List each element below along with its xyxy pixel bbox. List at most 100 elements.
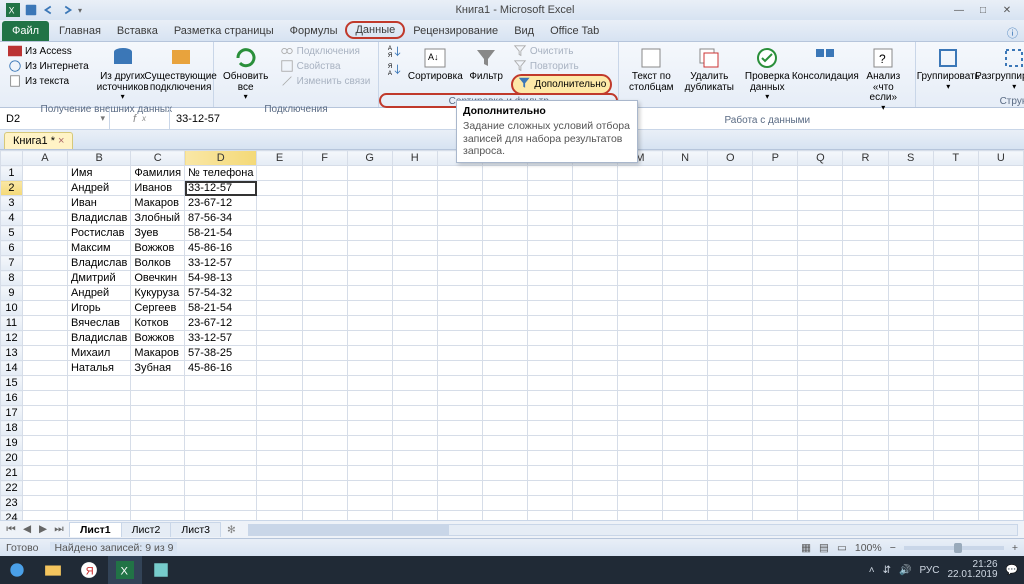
existing-conn-button[interactable]: Существующие подключения: [155, 44, 207, 95]
cell[interactable]: [843, 466, 888, 481]
cell[interactable]: [663, 316, 708, 331]
cell[interactable]: Игорь: [67, 301, 130, 316]
cell[interactable]: [302, 346, 347, 361]
cell[interactable]: [617, 376, 662, 391]
cell[interactable]: [67, 376, 130, 391]
cell[interactable]: [22, 496, 67, 511]
sort-button[interactable]: А↓Сортировка: [409, 44, 461, 85]
cell[interactable]: [572, 301, 617, 316]
cell[interactable]: [617, 226, 662, 241]
cell[interactable]: [617, 361, 662, 376]
cell[interactable]: [67, 511, 130, 521]
cell[interactable]: [527, 241, 572, 256]
cell[interactable]: [22, 361, 67, 376]
cell[interactable]: [482, 286, 527, 301]
cell[interactable]: Овечкин: [131, 271, 185, 286]
cell[interactable]: [347, 391, 392, 406]
cell[interactable]: [617, 211, 662, 226]
cell[interactable]: Вожжов: [131, 241, 185, 256]
cell[interactable]: [617, 241, 662, 256]
cell[interactable]: [753, 421, 798, 436]
minimize-button[interactable]: —: [948, 3, 970, 17]
col-header-Q[interactable]: Q: [798, 151, 843, 166]
cell[interactable]: [708, 316, 753, 331]
cell[interactable]: [753, 481, 798, 496]
cell[interactable]: [22, 181, 67, 196]
cell[interactable]: 23-67-12: [185, 316, 257, 331]
cell[interactable]: [933, 511, 978, 521]
cell[interactable]: [572, 421, 617, 436]
cell[interactable]: [843, 436, 888, 451]
tab-Формулы[interactable]: Формулы: [282, 21, 346, 41]
cell[interactable]: [347, 256, 392, 271]
cell[interactable]: [798, 181, 843, 196]
cell[interactable]: [753, 376, 798, 391]
cell[interactable]: [888, 256, 933, 271]
cell[interactable]: [753, 331, 798, 346]
cell[interactable]: [753, 286, 798, 301]
advanced-filter-button[interactable]: Дополнительно: [511, 74, 612, 95]
cell[interactable]: [392, 391, 437, 406]
cell[interactable]: [131, 451, 185, 466]
cell[interactable]: [798, 511, 843, 521]
undo-icon[interactable]: [42, 3, 56, 17]
worksheet-grid[interactable]: ABCDEFGHIJKLMNOPQRSTU1ИмяФамилия№ телефо…: [0, 150, 1024, 520]
cell[interactable]: [888, 511, 933, 521]
cell[interactable]: Сергеев: [131, 301, 185, 316]
cell[interactable]: [572, 181, 617, 196]
view-layout-icon[interactable]: ▤: [819, 542, 829, 554]
cell[interactable]: [888, 316, 933, 331]
cell[interactable]: [392, 436, 437, 451]
cell[interactable]: [482, 271, 527, 286]
cell[interactable]: [798, 346, 843, 361]
cell[interactable]: [753, 346, 798, 361]
cell[interactable]: [663, 466, 708, 481]
cell[interactable]: [843, 346, 888, 361]
cell[interactable]: [437, 181, 482, 196]
cell[interactable]: [302, 496, 347, 511]
cell[interactable]: [708, 511, 753, 521]
col-header-D[interactable]: D: [185, 151, 257, 166]
filter-button[interactable]: Фильтр: [467, 44, 505, 85]
cell[interactable]: [617, 301, 662, 316]
cell[interactable]: [753, 451, 798, 466]
cell[interactable]: [392, 316, 437, 331]
cell[interactable]: [437, 391, 482, 406]
cell[interactable]: [347, 241, 392, 256]
task-paint[interactable]: [144, 556, 178, 584]
cell[interactable]: Котков: [131, 316, 185, 331]
cell[interactable]: [933, 211, 978, 226]
cell[interactable]: Зуев: [131, 226, 185, 241]
cell[interactable]: [347, 316, 392, 331]
cell[interactable]: [482, 331, 527, 346]
cell[interactable]: [527, 211, 572, 226]
cell[interactable]: Вожжов: [131, 331, 185, 346]
row-header[interactable]: 3: [1, 196, 23, 211]
cell[interactable]: [302, 361, 347, 376]
select-all-cell[interactable]: [1, 151, 23, 166]
cell[interactable]: [22, 166, 67, 181]
cell[interactable]: [933, 271, 978, 286]
cell[interactable]: [257, 496, 302, 511]
cell[interactable]: [888, 271, 933, 286]
cell[interactable]: [617, 436, 662, 451]
cell[interactable]: [527, 496, 572, 511]
cell[interactable]: [843, 166, 888, 181]
task-yandex[interactable]: Я: [72, 556, 106, 584]
zoom-out-button[interactable]: −: [890, 542, 896, 554]
cell[interactable]: [302, 226, 347, 241]
cell[interactable]: [527, 376, 572, 391]
cell[interactable]: [753, 211, 798, 226]
cell[interactable]: [843, 211, 888, 226]
cell[interactable]: [302, 451, 347, 466]
cell[interactable]: [257, 211, 302, 226]
cell[interactable]: [22, 316, 67, 331]
cell[interactable]: [978, 316, 1023, 331]
start-button[interactable]: [0, 556, 34, 584]
cell[interactable]: [257, 346, 302, 361]
row-header[interactable]: 24: [1, 511, 23, 521]
tab-Рецензирование[interactable]: Рецензирование: [405, 21, 506, 41]
col-header-B[interactable]: B: [67, 151, 130, 166]
cell[interactable]: [663, 166, 708, 181]
cell[interactable]: [617, 496, 662, 511]
